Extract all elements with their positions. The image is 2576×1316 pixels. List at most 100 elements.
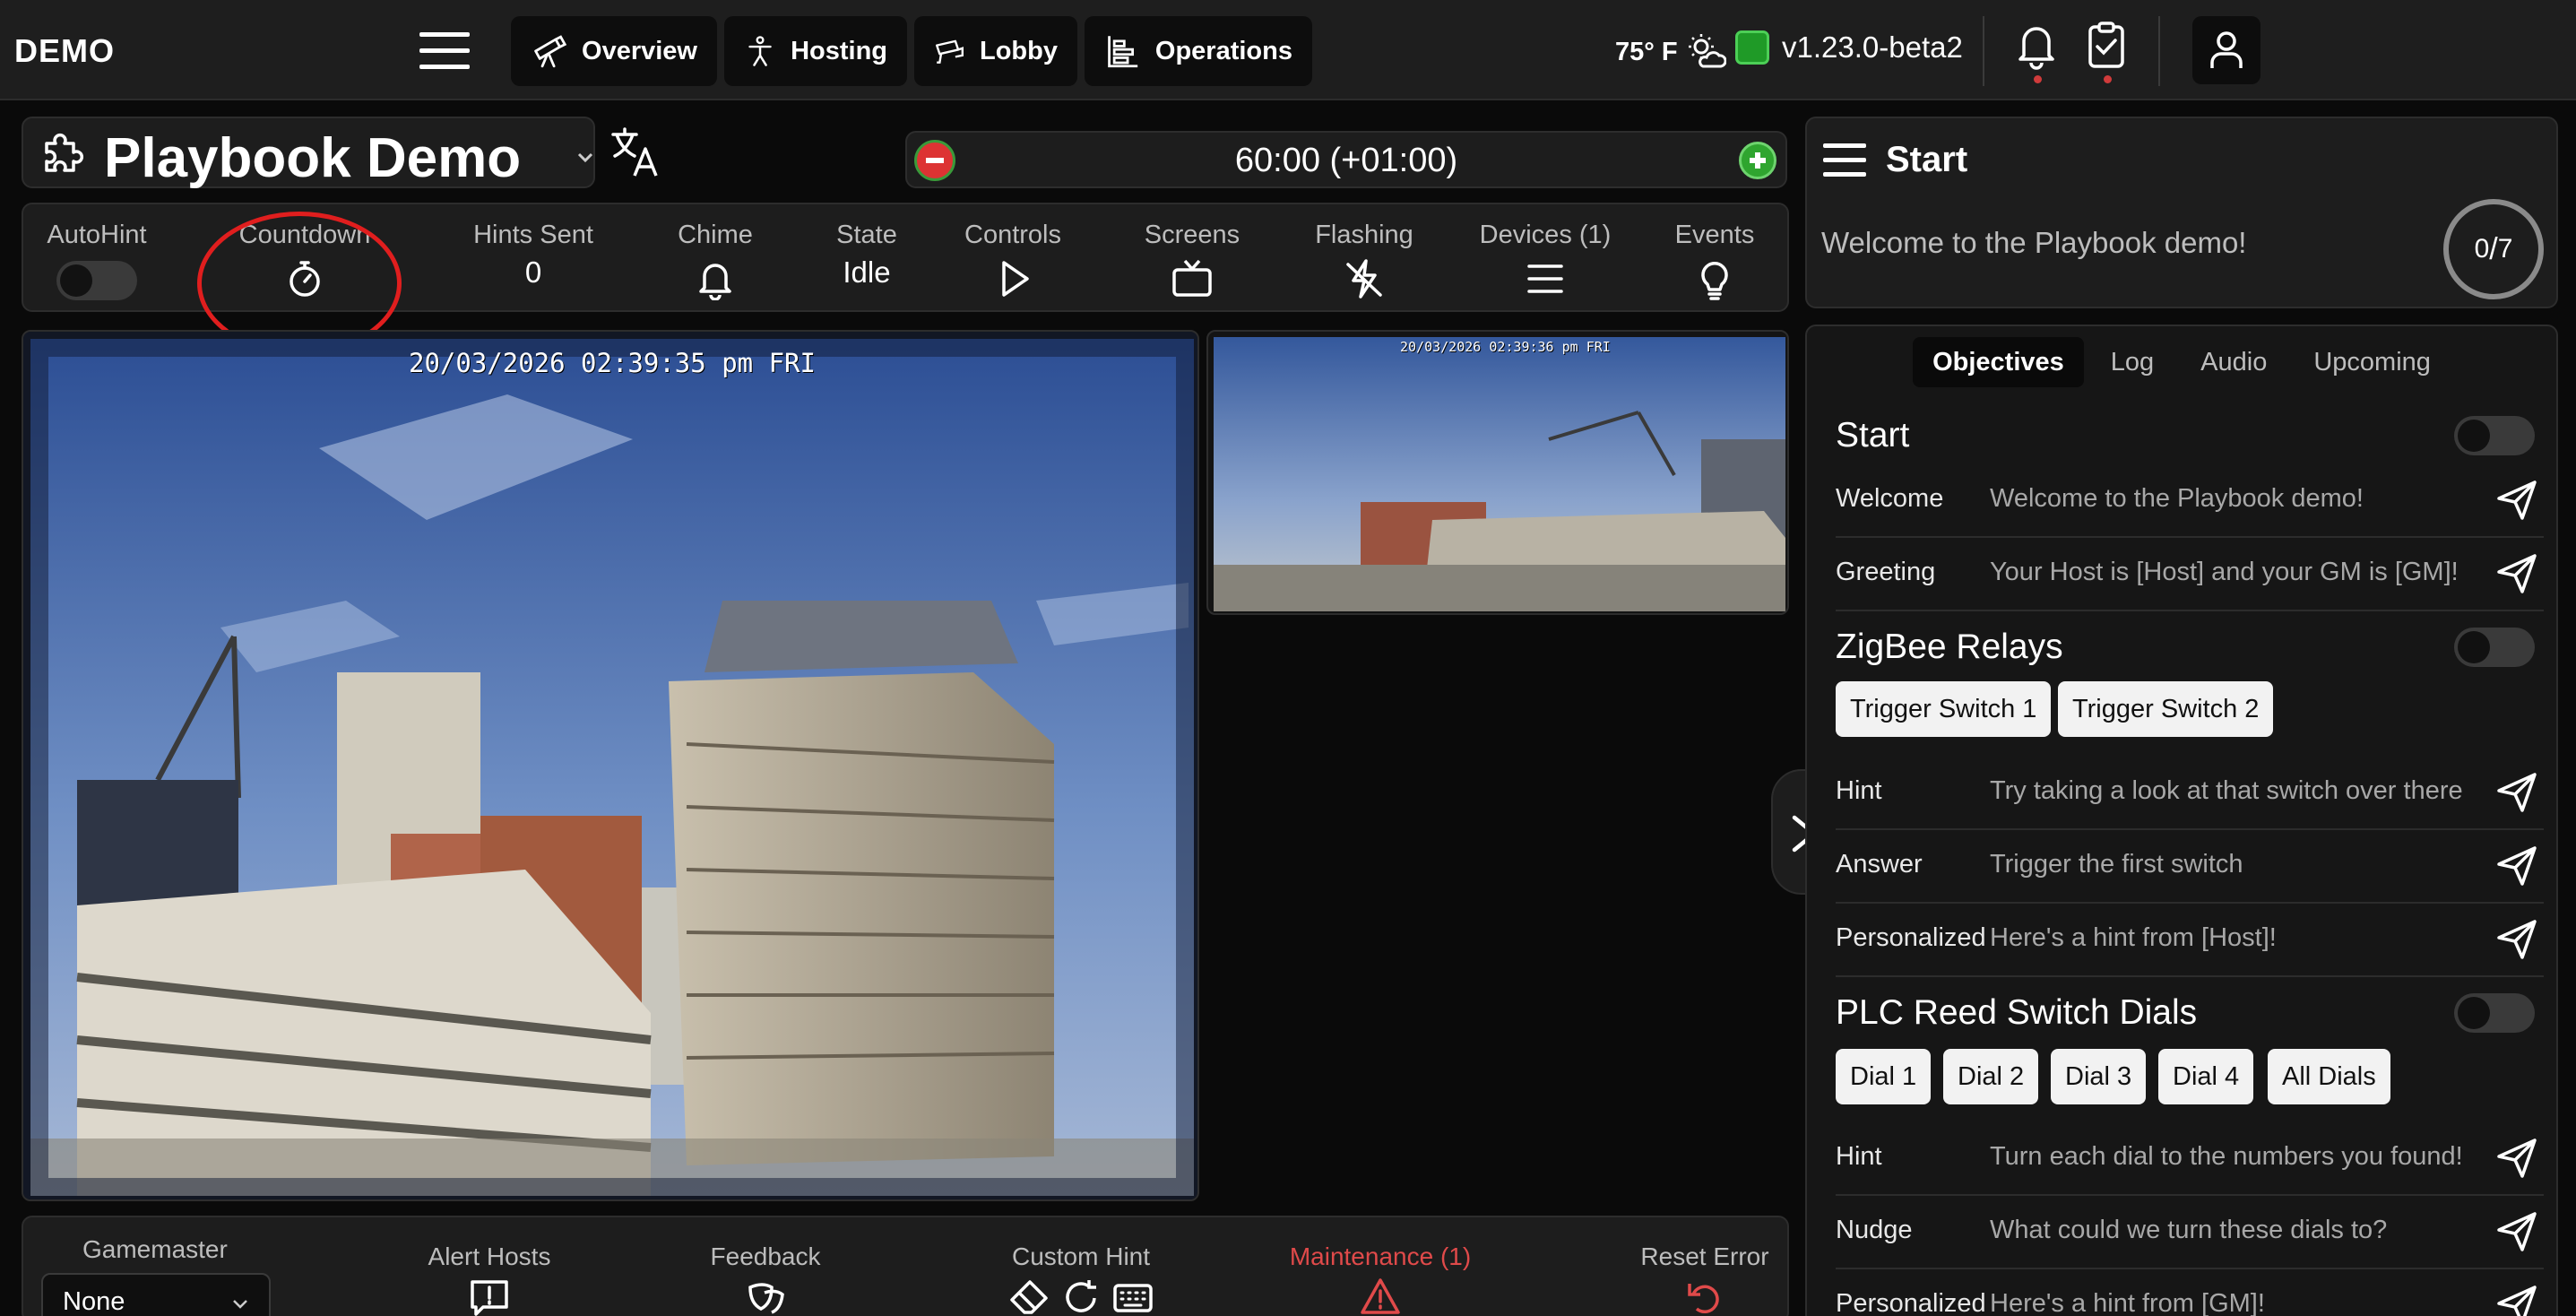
dial-1-button[interactable]: Dial 1 bbox=[1836, 1049, 1932, 1104]
game-selector[interactable]: Playbook Demo bbox=[22, 117, 595, 189]
tasks-button[interactable] bbox=[2081, 20, 2131, 83]
controls-label: Controls bbox=[964, 221, 1061, 249]
hint-row-label: Hint bbox=[1836, 1142, 1882, 1171]
section-toggle[interactable] bbox=[2454, 993, 2535, 1033]
tab-log[interactable]: Log bbox=[2091, 337, 2174, 387]
nav-divider bbox=[2158, 16, 2160, 86]
hints-sent-value: 0 bbox=[524, 255, 542, 289]
tab-objectives[interactable]: Objectives bbox=[1913, 337, 2084, 387]
objective-menu-button[interactable] bbox=[1821, 140, 1868, 181]
controls-control[interactable]: Controls bbox=[923, 221, 1102, 300]
send-icon[interactable] bbox=[2495, 918, 2538, 961]
nav-lobby-button[interactable]: Lobby bbox=[914, 16, 1077, 86]
cctv-icon bbox=[935, 39, 964, 64]
devices-control[interactable]: Devices (1) bbox=[1456, 221, 1635, 300]
hint-row-label: Answer bbox=[1836, 850, 1923, 879]
autohint-toggle[interactable] bbox=[56, 261, 137, 300]
nav-divider bbox=[1983, 16, 1984, 86]
hint-row: Answer Trigger the first switch bbox=[1836, 830, 2544, 904]
feedback-button[interactable]: Feedback bbox=[685, 1242, 846, 1316]
hint-row-message: Trigger the first switch bbox=[1990, 850, 2243, 879]
send-icon[interactable] bbox=[2495, 1210, 2538, 1253]
objectives-panel: Objectives Log Audio Upcoming Start Welc… bbox=[1805, 325, 2558, 1316]
events-control[interactable]: Events bbox=[1638, 221, 1791, 300]
objective-header: Start Welcome to the Playbook demo! 0/7 bbox=[1805, 117, 2558, 308]
lightbulb-icon bbox=[1701, 262, 1728, 300]
maintenance-button[interactable]: Maintenance (1) bbox=[1282, 1242, 1479, 1316]
section-toggle[interactable] bbox=[2454, 416, 2535, 455]
nav-overview-label: Overview bbox=[582, 36, 697, 65]
notifications-button[interactable] bbox=[2011, 20, 2062, 83]
send-icon[interactable] bbox=[2495, 552, 2538, 595]
hint-row-message: Turn each dial to the numbers you found! bbox=[1990, 1142, 2463, 1171]
dial-3-button[interactable]: Dial 3 bbox=[2051, 1049, 2147, 1104]
autohint-control[interactable]: AutoHint bbox=[25, 221, 169, 300]
devices-label: Devices (1) bbox=[1479, 221, 1612, 249]
alert-hosts-button[interactable]: Alert Hosts bbox=[400, 1242, 579, 1316]
hint-row-message: What could we turn these dials to? bbox=[1990, 1216, 2388, 1244]
dial-4-button[interactable]: Dial 4 bbox=[2158, 1049, 2254, 1104]
eraser-icon bbox=[1010, 1280, 1048, 1314]
puzzle-icon bbox=[45, 134, 83, 172]
timer-display: 60:00 (+01:00) bbox=[1234, 142, 1458, 179]
hint-row: Nudge What could we turn these dials to? bbox=[1836, 1196, 2544, 1269]
objective-progress: 0/7 bbox=[2443, 199, 2544, 299]
flashing-control[interactable]: Flashing bbox=[1275, 221, 1454, 300]
masks-icon bbox=[748, 1283, 784, 1314]
reset-error-button[interactable]: Reset Error bbox=[1631, 1242, 1778, 1316]
timer-bar: 60:00 (+01:00) bbox=[905, 131, 1787, 188]
section-title: PLC Reed Switch Dials bbox=[1836, 993, 2198, 1032]
tab-audio[interactable]: Audio bbox=[2181, 337, 2286, 387]
section-toggle[interactable] bbox=[2454, 628, 2535, 667]
undo-icon bbox=[1688, 1284, 1719, 1313]
gamemaster-select[interactable]: None bbox=[41, 1273, 271, 1316]
secondary-camera-timestamp: 20/03/2026 02:39:36 pm FRI bbox=[1400, 339, 1611, 355]
section-title: Start bbox=[1836, 416, 1910, 455]
user-icon bbox=[2210, 31, 2243, 68]
hint-row: Personalized Here's a hint from [Host]! bbox=[1836, 904, 2544, 977]
tasks-dot bbox=[2104, 75, 2112, 83]
alert-hosts-label: Alert Hosts bbox=[428, 1242, 551, 1270]
hint-row-label: Personalized bbox=[1836, 1289, 1986, 1316]
user-menu-button[interactable] bbox=[2192, 16, 2260, 84]
status-indicator-icon bbox=[1735, 30, 1769, 65]
send-icon[interactable] bbox=[2495, 844, 2538, 887]
hint-row-message: Your Host is [Host] and your GM is [GM]! bbox=[1990, 558, 2459, 586]
camera-feed-main[interactable]: 20/03/2026 02:39:35 pm FRI bbox=[22, 330, 1199, 1201]
timer-increase-button[interactable] bbox=[1739, 142, 1776, 179]
dial-2-button[interactable]: Dial 2 bbox=[1943, 1049, 2039, 1104]
hamburger-icon bbox=[1823, 143, 1866, 177]
trigger-switch-1-button[interactable]: Trigger Switch 1 bbox=[1836, 681, 2052, 737]
chart-icon bbox=[1108, 36, 1138, 68]
tab-upcoming[interactable]: Upcoming bbox=[2294, 337, 2451, 387]
main-menu-button[interactable] bbox=[414, 27, 477, 75]
trigger-switch-2-button[interactable]: Trigger Switch 2 bbox=[2058, 681, 2274, 737]
nav-hosting-button[interactable]: Hosting bbox=[724, 16, 907, 86]
camera-feed-secondary[interactable]: 20/03/2026 02:39:36 pm FRI bbox=[1206, 330, 1789, 615]
nav-overview-button[interactable]: Overview bbox=[511, 16, 717, 86]
hint-row: Hint Try taking a look at that switch ov… bbox=[1836, 757, 2544, 830]
person-icon bbox=[748, 36, 772, 66]
all-dials-button[interactable]: All Dials bbox=[2268, 1049, 2390, 1104]
nav-operations-button[interactable]: Operations bbox=[1085, 16, 1312, 86]
send-icon[interactable] bbox=[2495, 479, 2538, 522]
custom-hint-button[interactable]: Custom Hint bbox=[973, 1242, 1189, 1316]
hint-row: Personalized Here's a hint from [GM]! bbox=[1836, 1269, 2544, 1316]
nav-operations-label: Operations bbox=[1154, 36, 1292, 65]
send-icon[interactable] bbox=[2495, 1284, 2538, 1316]
events-label: Events bbox=[1674, 221, 1755, 249]
flashing-label: Flashing bbox=[1315, 221, 1413, 249]
objective-welcome-text: Welcome to the Playbook demo! bbox=[1821, 226, 2247, 259]
chime-control[interactable]: Chime bbox=[626, 221, 805, 300]
hint-row-label: Greeting bbox=[1836, 558, 1936, 586]
hint-row-message: Here's a hint from [Host]! bbox=[1990, 923, 2277, 952]
objective-title: Start bbox=[1886, 140, 1968, 179]
progress-done: 0 bbox=[2474, 234, 2490, 264]
send-icon[interactable] bbox=[2495, 1137, 2538, 1180]
translate-button[interactable] bbox=[608, 124, 665, 181]
section-title: ZigBee Relays bbox=[1836, 628, 2063, 666]
screens-control[interactable]: Screens bbox=[1102, 221, 1282, 300]
bell-icon bbox=[2018, 27, 2054, 70]
send-icon[interactable] bbox=[2495, 771, 2538, 814]
bell-icon bbox=[699, 264, 731, 300]
